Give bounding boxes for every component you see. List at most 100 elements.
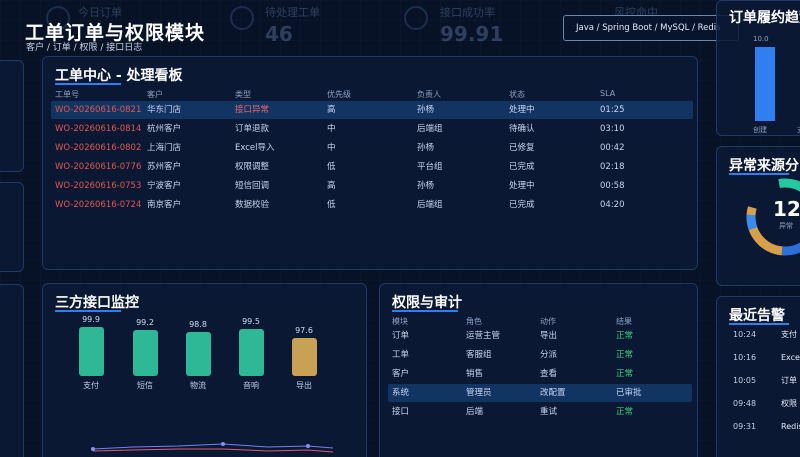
table-cell: 苏州客户: [147, 162, 182, 172]
column-header: SLA: [600, 89, 616, 98]
bar-value-label: 98.8: [189, 320, 207, 329]
table-cell: 00:58: [600, 181, 625, 191]
api-stat-icon: [404, 6, 428, 30]
sparkline-series-2: [92, 448, 334, 453]
trend-bar: [755, 47, 775, 121]
table-cell: 正常: [616, 369, 634, 379]
table-cell: 接口: [392, 407, 410, 417]
sparkline-point: [221, 442, 225, 446]
bar-category-label: 短信: [137, 381, 153, 390]
table-cell: 运营主管: [466, 331, 501, 341]
alert-text: 权限: [781, 399, 797, 408]
table-cell: 数据校验: [235, 200, 270, 210]
sparkline-point: [91, 447, 95, 451]
table-cell: 管理员: [466, 388, 492, 398]
table-cell: 正常: [616, 350, 634, 360]
alert-time: 09:31: [733, 422, 757, 431]
table-cell: 短信回调: [235, 181, 270, 191]
bar-支付: [79, 326, 104, 376]
table-cell: 低: [327, 162, 336, 172]
table-cell: 南京客户: [147, 200, 182, 210]
alert-item[interactable]: 10:05 订单: [733, 373, 800, 389]
table-cell: 杭州客户: [147, 124, 182, 134]
left-edge-panel: [0, 182, 24, 272]
anomaly-count: 12: [773, 197, 800, 221]
table-cell: 03:10: [600, 124, 625, 134]
stat-value: 46: [265, 22, 293, 46]
table-row[interactable]: WO-20260616-0724 南京客户 数据校验 低 后端组 已完成 04:20: [51, 196, 693, 214]
table-cell: WO-20260616-0814: [55, 124, 142, 134]
title-underline: [729, 323, 789, 325]
table-cell: WO-20260616-0821: [55, 105, 142, 115]
table-cell: 权限调整: [235, 162, 270, 172]
title-underline: [55, 83, 121, 85]
table-cell: 后端组: [417, 200, 443, 210]
alert-item[interactable]: 09:31 Redis: [733, 419, 800, 435]
alert-time: 10:24: [733, 330, 757, 339]
table-cell: 后端组: [417, 124, 443, 134]
table-cell: 已完成: [509, 200, 535, 210]
stat-label: 接口成功率: [440, 6, 495, 19]
alert-item[interactable]: 10:24 支付: [733, 327, 800, 343]
alert-time: 10:05: [733, 376, 757, 385]
table-row[interactable]: 订单 运营主管 导出 正常: [388, 327, 692, 345]
table-cell: 已修复: [509, 143, 535, 153]
table-row[interactable]: WO-20260616-0821 华东门店 接口异常 高 孙杨 处理中 01:25: [51, 101, 693, 119]
table-cell: 中: [327, 124, 336, 134]
table-row[interactable]: 工单 客服组 分派 正常: [388, 346, 692, 364]
table-cell: 处理中: [509, 181, 535, 191]
alert-text: Redis: [781, 422, 800, 431]
table-cell: 已审批: [616, 388, 642, 398]
bar-短信: [133, 330, 158, 376]
table-row[interactable]: 系统 管理员 改配置 已审批: [388, 384, 692, 402]
table-cell: 低: [327, 200, 336, 210]
panel-title: 三方接口监控: [55, 295, 139, 311]
table-cell: 高: [327, 181, 336, 191]
table-cell: 客户: [392, 369, 410, 379]
column-header: 负责人: [417, 90, 441, 99]
table-row[interactable]: WO-20260616-0776 苏州客户 权限调整 低 平台组 已完成 02:18: [51, 158, 693, 176]
table-cell: 孙杨: [417, 143, 435, 153]
stat-pending-tickets: 待处理工单 46: [265, 4, 320, 46]
table-cell: 02:18: [600, 162, 625, 172]
column-header: 优先级: [327, 90, 351, 99]
alert-item[interactable]: 10:16 Exce: [733, 350, 800, 366]
table-cell: WO-20260616-0724: [55, 200, 142, 210]
anomaly-source-panel: 异常来源分 12 异常: [716, 146, 800, 286]
alert-text: 支付: [781, 330, 797, 339]
table-cell: 正常: [616, 407, 634, 417]
table-row[interactable]: WO-20260616-0753 宁波客户 短信回调 高 孙杨 处理中 00:58: [51, 177, 693, 195]
bar-value-label: 99.9: [82, 314, 100, 324]
fulfillment-trend-panel: 订单履约趋势 10.0 创建 支: [716, 0, 800, 136]
alert-item[interactable]: 09:48 权限: [733, 396, 800, 412]
table-row[interactable]: WO-20260616-0814 杭州客户 订单退款 中 后端组 待确认 03:10: [51, 120, 693, 138]
panel-title: 权限与审计: [392, 295, 462, 311]
table-cell: 订单: [392, 331, 410, 341]
table-cell: 分派: [540, 350, 558, 360]
table-row[interactable]: 接口 后端 重试 正常: [388, 403, 692, 421]
panel-title: 最近告警: [729, 308, 785, 324]
bar-category-label: 支付: [83, 381, 99, 390]
table-cell: 00:42: [600, 143, 625, 153]
column-header: 动作: [540, 317, 556, 326]
header: 今日订单 待处理工单 46 接口成功率 99.91 风控命中 工单订单与权限模块…: [0, 0, 800, 53]
anomaly-count-label: 异常: [779, 222, 793, 230]
table-cell: 上海门店: [147, 143, 182, 153]
table-cell: 导出: [540, 331, 558, 341]
table-row[interactable]: 客户 销售 查看 正常: [388, 365, 692, 383]
table-cell: Excel导入: [235, 143, 275, 153]
left-edge-panel: [0, 60, 24, 172]
column-header: 模块: [392, 317, 408, 326]
table-row[interactable]: WO-20260616-0802 上海门店 Excel导入 中 孙杨 已修复 00:42: [51, 139, 693, 157]
table-cell: WO-20260616-0753: [55, 181, 142, 191]
table-cell: 接口异常: [235, 105, 270, 115]
table-cell: 重试: [540, 407, 558, 417]
bar-value-label: 99.2: [136, 318, 154, 327]
column-header: 客户: [147, 90, 163, 99]
title-underline: [55, 310, 121, 312]
left-edge-panel: [0, 284, 24, 457]
api-monitor-panel: 三方接口监控 99.9 支付 99.2 短信 98.8 物流 99.5 音响 97.6 导出: [42, 283, 367, 457]
stat-api-success: 接口成功率 99.91: [440, 4, 503, 46]
table-cell: 销售: [466, 369, 484, 379]
bar-category-label: 物流: [190, 381, 206, 390]
